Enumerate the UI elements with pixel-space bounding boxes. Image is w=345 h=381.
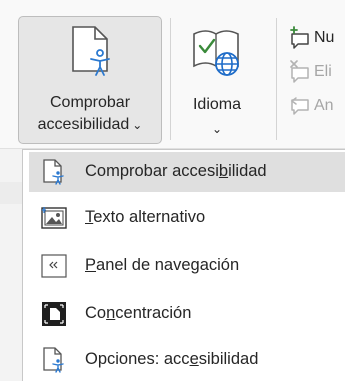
menu-item-navigation-pane[interactable]: Panel de navegación (29, 246, 345, 286)
previous-comment-label: An (314, 97, 334, 114)
accessibility-check-icon (72, 26, 110, 76)
document-area-edge (0, 182, 22, 204)
label-text: exto alternativo (93, 208, 206, 226)
check-accessibility-label-line2: accesibilidad ⌄ (19, 116, 161, 134)
accessibility-check-icon (43, 159, 64, 185)
label-text: ilidad (228, 162, 267, 180)
accessibility-dropdown-menu: Comprobar accesibilidad Texto alternativ… (22, 149, 345, 381)
accessibility-options-icon (43, 347, 64, 373)
menu-item-accessibility-options[interactable]: Opciones: accesibilidad (29, 340, 345, 380)
menu-item-label: Comprobar accesibilidad (85, 162, 267, 181)
language-button[interactable]: Idioma ⌄ (178, 16, 272, 140)
access-key: b (218, 162, 229, 180)
menu-item-focus[interactable]: Concentración (29, 294, 345, 334)
check-accessibility-label-text: accesibilidad (37, 116, 130, 133)
access-key: e (189, 350, 199, 368)
check-accessibility-button[interactable]: Comprobar accesibilidad ⌄ (18, 16, 162, 144)
previous-comment-button[interactable]: An (288, 94, 334, 118)
language-globe-icon (193, 30, 239, 76)
label-text: Comprobar accesi (85, 162, 219, 180)
menu-item-label: Texto alternativo (85, 208, 205, 227)
chevron-down-icon: ⌄ (132, 118, 143, 132)
navigation-pane-icon (41, 254, 67, 278)
focus-icon (42, 302, 66, 326)
new-comment-button[interactable]: Nu (288, 26, 334, 50)
label-text: sibilidad (198, 350, 259, 368)
delete-comment-icon (290, 60, 309, 83)
access-key: n (106, 304, 116, 322)
new-comment-label: Nu (314, 29, 335, 46)
label-text: anel de navegación (96, 256, 240, 274)
menu-item-label: Concentración (85, 304, 191, 323)
previous-comment-icon (290, 97, 309, 115)
label-text: centración (115, 304, 192, 322)
ribbon-separator (276, 18, 277, 140)
check-accessibility-label-line1: Comprobar (49, 94, 131, 111)
access-key: T (85, 208, 94, 226)
label-text: Co (85, 304, 107, 322)
alt-text-icon (41, 207, 67, 229)
menu-item-check-accessibility[interactable]: Comprobar accesibilidad (29, 152, 345, 192)
menu-item-label: Opciones: accesibilidad (85, 350, 258, 369)
language-label: Idioma (192, 96, 242, 113)
menu-item-label: Panel de navegación (85, 256, 239, 275)
delete-comment-label: Eli (314, 63, 332, 80)
label-text: Opciones: acc (85, 350, 190, 368)
menu-item-alt-text[interactable]: Texto alternativo (29, 198, 345, 238)
new-comment-icon (290, 26, 309, 49)
delete-comment-button[interactable]: Eli (288, 60, 332, 84)
chevron-down-icon: ⌄ (211, 122, 223, 136)
ribbon-separator (170, 18, 171, 140)
access-key: P (85, 256, 97, 274)
